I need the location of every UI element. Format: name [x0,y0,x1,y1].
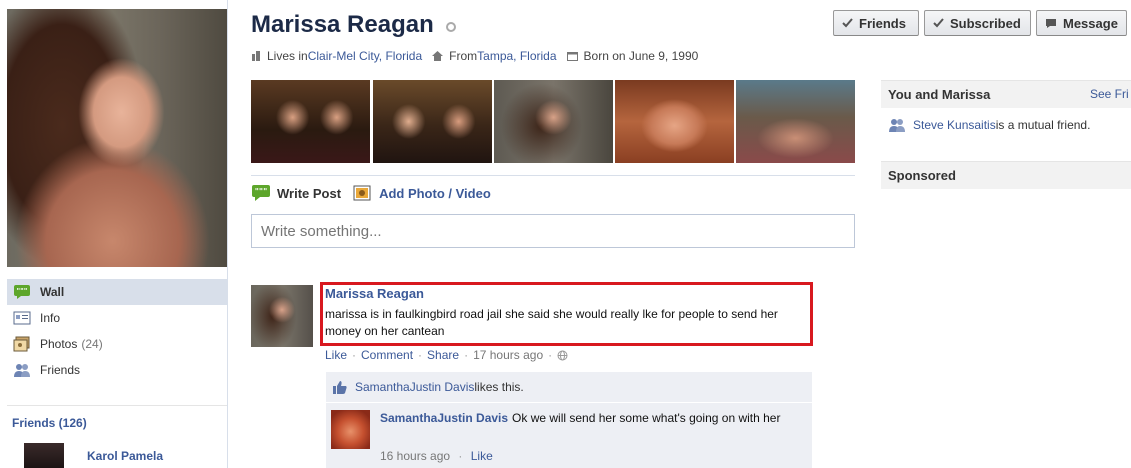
born-text: Born on June 9, 1990 [583,49,699,63]
divider [251,175,855,176]
comment-text: SamanthaJustin Davis Ok we will send her … [380,410,790,427]
mutual-suffix: is a mutual friend. [995,118,1091,132]
mutual-friend: Steve Kunsaitis is a mutual friend. [888,117,1090,133]
mutual-friend-link[interactable]: Steve Kunsaitis [913,118,996,132]
wall-icon: """ [13,284,31,300]
post-actions: Like · Comment · Share · 17 hours ago · [325,348,568,362]
from: From Tampa, Florida [432,49,557,63]
comment-link[interactable]: Comment [361,348,413,362]
subscribed-button[interactable]: Subscribed [924,10,1031,36]
sidebar-item-photos[interactable]: Photos (24) [7,331,227,357]
profile-photo-5[interactable] [736,80,855,163]
lives-prefix: Lives in [267,49,308,63]
profile-photo-2[interactable] [373,80,492,163]
svg-text:""": """ [17,287,28,295]
sidebar-item-info[interactable]: Info [7,305,227,331]
calendar-icon [566,52,578,61]
photos-icon [13,336,31,352]
born: Born on June 9, 1990 [566,49,699,63]
comment: SamanthaJustin Davis Ok we will send her … [326,403,812,468]
profile-info-line: Lives in Clair-Mel City, Florida From Ta… [251,49,708,63]
building-icon [252,51,260,61]
svg-text:""": """ [255,187,268,196]
globe-icon[interactable] [557,350,568,361]
add-photo-tab[interactable]: Add Photo / Video [353,184,491,202]
write-something-input[interactable] [251,214,855,248]
home-icon [432,51,444,61]
comment-author-avatar[interactable] [331,410,370,449]
message-button[interactable]: Message [1036,10,1127,36]
sidebar-item-label: Friends [40,363,81,377]
post-author-link[interactable]: Marissa Reagan [325,286,424,301]
thumbs-up-icon [333,380,347,394]
sidebar-item-friends[interactable]: Friends [7,357,227,383]
sidebar-item-label: Wall [40,285,65,299]
camera-icon [353,185,371,201]
comment-meta: 16 hours ago · Like [380,449,493,463]
like-link[interactable]: Like [325,348,347,362]
lives-in: Lives in Clair-Mel City, Florida [251,49,422,63]
online-status-icon [446,22,456,32]
friend-thumbnail[interactable] [24,443,64,468]
friends-button[interactable]: Friends [833,10,919,36]
photos-count: (24) [81,337,103,351]
liker-link[interactable]: SamanthaJustin Davis [355,380,474,394]
profile-name: Marissa Reagan [251,11,434,38]
subscribed-button-label: Subscribed [950,15,1021,31]
post-timestamp[interactable]: 17 hours ago [473,348,543,362]
info-icon [13,310,31,326]
separator-dot: · [458,449,463,463]
friend-name-link[interactable]: Karol Pamela [87,449,163,463]
write-post-label: Write Post [277,185,342,201]
separator-dot: · [464,348,469,362]
likes-summary: SamanthaJustin Davis likes this. [326,372,812,402]
message-button-label: Message [1063,15,1118,31]
share-link[interactable]: Share [427,348,459,362]
sidebar-item-label: Info [40,311,61,325]
post-author-avatar[interactable] [251,285,313,347]
separator-dot: · [352,348,357,362]
sponsored-header: Sponsored [881,161,1131,189]
speech-bubble-icon: """ [252,185,270,201]
friends-icon [889,119,905,132]
from-link[interactable]: Tampa, Florida [477,49,556,63]
check-icon [842,18,853,28]
write-post-tab[interactable]: """ Write Post [251,184,341,202]
friends-header[interactable]: Friends (126) [12,416,87,430]
sidebar-item-label: Photos [40,337,78,351]
sponsored-box: Sponsored [881,161,1131,189]
comment-timestamp[interactable]: 16 hours ago [380,449,450,463]
profile-photo-4[interactable] [615,80,734,163]
comment-author-link[interactable]: SamanthaJustin Davis [380,411,508,425]
post-body: marissa is in faulkingbird road jail she… [325,307,778,338]
message-icon [1046,18,1056,28]
left-column: """ Wall Info Photos (24) Friends Friend… [0,0,228,468]
friends-button-label: Friends [859,15,906,31]
comment-like-link[interactable]: Like [471,449,493,463]
profile-photo-1[interactable] [251,80,370,163]
profile-picture[interactable] [7,9,227,267]
sidebar-item-wall[interactable]: """ Wall [7,279,227,305]
likes-suffix: likes this. [474,380,524,394]
comment-body: Ok we will send her some what's going on… [512,411,781,425]
friends-icon [13,362,31,378]
separator-dot: · [548,348,553,362]
check-icon [933,18,944,28]
add-photo-label: Add Photo / Video [379,185,491,201]
divider [7,405,227,406]
profile-photo-3[interactable] [494,80,613,163]
composer-tabs: """ Write Post Add Photo / Video [251,184,491,202]
from-prefix: From [449,49,478,63]
separator-dot: · [418,348,423,362]
lives-in-link[interactable]: Clair-Mel City, Florida [308,49,422,63]
see-friendship-link[interactable]: See Fri [1090,87,1129,101]
